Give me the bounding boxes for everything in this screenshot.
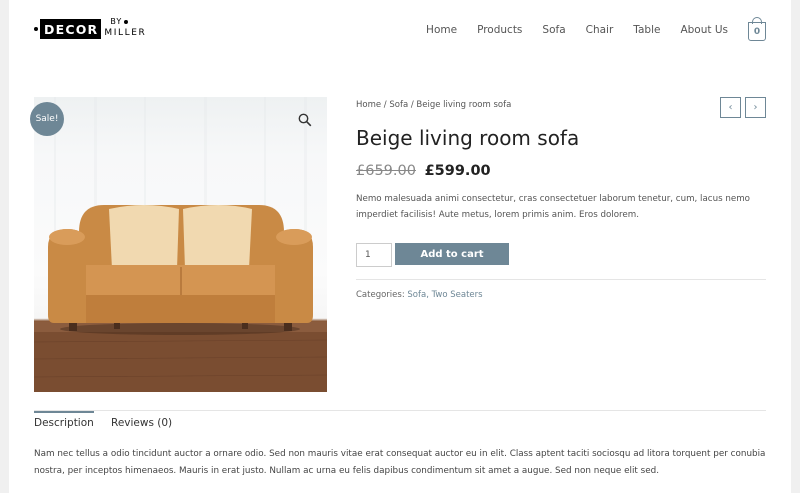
- tab-description[interactable]: Description: [34, 411, 94, 429]
- description-text: Nam nec tellus a odio tincidunt auctor a…: [34, 449, 766, 476]
- logo-dot: [34, 27, 38, 31]
- logo-by-text: BY: [110, 17, 123, 26]
- zoom-icon[interactable]: [298, 113, 312, 127]
- nav-item-table[interactable]: Table: [633, 24, 660, 36]
- nav-item-about-us[interactable]: About Us: [680, 24, 728, 36]
- product-price: £659.00 £599.00: [356, 163, 491, 179]
- add-to-cart-button[interactable]: Add to cart: [395, 243, 509, 265]
- sale-badge: Sale!: [30, 102, 64, 136]
- nav-item-home[interactable]: Home: [426, 24, 457, 36]
- sale-price: £599.00: [424, 163, 491, 179]
- product-title: Beige living room sofa: [356, 126, 580, 150]
- prev-arrow-icon[interactable]: ‹: [720, 97, 741, 118]
- sofa-image: [34, 97, 327, 392]
- main-nav: Home Products Sofa Chair Table About Us …: [426, 17, 766, 41]
- divider: [356, 279, 766, 280]
- product-image[interactable]: [34, 97, 327, 392]
- old-price: £659.00: [356, 163, 416, 179]
- breadcrumb[interactable]: Home / Sofa / Beige living room sofa: [356, 100, 511, 110]
- nav-item-products[interactable]: Products: [477, 24, 522, 36]
- nav-item-chair[interactable]: Chair: [586, 24, 614, 36]
- cart-icon[interactable]: 0: [748, 17, 766, 41]
- nav-item-sofa[interactable]: Sofa: [542, 24, 565, 36]
- category-links[interactable]: Sofa, Two Seaters: [407, 290, 482, 300]
- product-pager: ‹ ›: [716, 97, 766, 118]
- categories-label: Categories:: [356, 290, 405, 300]
- cart-count: 0: [753, 26, 761, 37]
- tabs-divider: [34, 410, 766, 411]
- page: DECOR BY MILLER Home Products Sofa Chair…: [9, 0, 791, 493]
- product-categories: Categories: Sofa, Two Seaters: [356, 290, 483, 300]
- short-description: Nemo malesuada animi consectetur, cras c…: [356, 194, 750, 220]
- logo-sub-text: MILLER: [104, 28, 147, 38]
- tab-reviews[interactable]: Reviews (0): [111, 417, 172, 429]
- logo-main-text: DECOR: [40, 19, 102, 39]
- next-arrow-icon[interactable]: ›: [745, 97, 766, 118]
- site-logo[interactable]: DECOR BY MILLER: [34, 17, 156, 41]
- quantity-input[interactable]: 1: [356, 243, 392, 267]
